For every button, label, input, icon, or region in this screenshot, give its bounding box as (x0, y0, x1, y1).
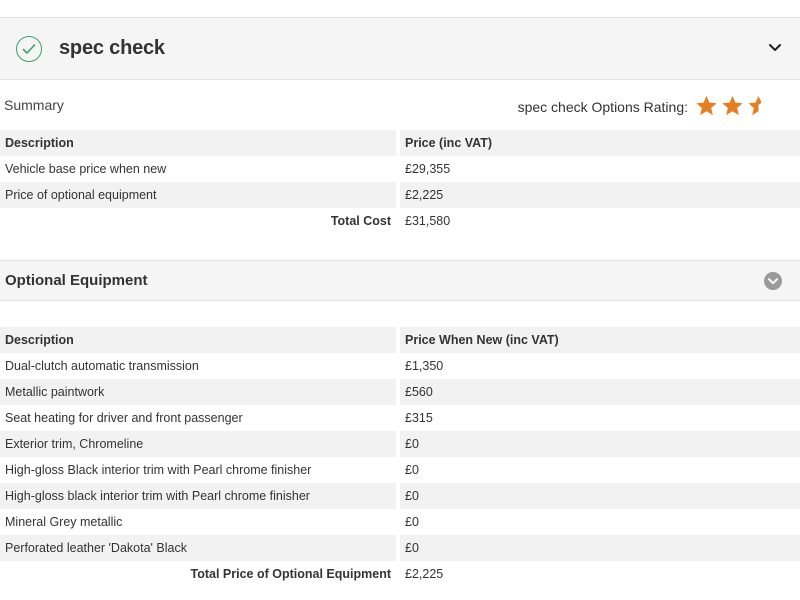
row-description: Price of optional equipment (0, 182, 400, 208)
row-description: Dual-clutch automatic transmission (0, 353, 400, 379)
check-icon (16, 35, 42, 62)
row-price: £29,355 (405, 162, 451, 176)
table-row: Exterior trim, Chromeline £0 (0, 431, 800, 457)
options-rating-label: spec check Options Rating: (517, 99, 688, 115)
row-price: £0 (398, 483, 800, 509)
chevron-down-icon[interactable] (768, 40, 782, 54)
table-row: Metallic paintwork £560 (0, 379, 800, 405)
spec-check-accordion-header[interactable]: spec check (0, 18, 800, 80)
options-rating-stars (695, 95, 770, 117)
table-row: Vehicle base price when new £29,355 (0, 156, 800, 182)
row-price: £1,350 (405, 359, 444, 373)
row-price: £0 (398, 431, 800, 457)
total-value: £2,225 (405, 567, 444, 581)
optional-equipment-header[interactable]: Optional Equipment (0, 261, 800, 301)
row-description: Mineral Grey metallic (0, 509, 400, 535)
column-header: Description (0, 327, 400, 353)
star-icon (722, 95, 743, 116)
column-header: Description (0, 130, 400, 156)
summary-label: Summary (4, 97, 64, 113)
table-row: Dual-clutch automatic transmission £1,35… (0, 353, 800, 379)
row-description: Perforated leather 'Dakota' Black (0, 535, 400, 561)
accordion-title: spec check (59, 37, 165, 59)
row-price: £2,225 (398, 182, 800, 208)
total-label: Total Cost (0, 208, 400, 234)
row-price: £0 (398, 535, 800, 561)
table-row: Price of optional equipment £2,225 (0, 182, 800, 208)
section-title: Optional Equipment (5, 272, 148, 289)
column-header: Price When New (inc VAT) (398, 327, 800, 353)
table-row: High-gloss Black interior trim with Pear… (0, 457, 800, 483)
section-spacer (0, 234, 800, 261)
row-price: £0 (405, 515, 419, 529)
table-row: Seat heating for driver and front passen… (0, 405, 800, 431)
star-icon (696, 95, 717, 116)
summary-table: Description Price (inc VAT) Vehicle base… (0, 130, 800, 234)
row-price: £0 (405, 463, 419, 477)
total-row: Total Cost £31,580 (0, 208, 800, 234)
total-value: £31,580 (405, 214, 451, 228)
table-row: Perforated leather 'Dakota' Black £0 (0, 535, 800, 561)
row-price: £315 (405, 411, 433, 425)
row-description: Seat heating for driver and front passen… (0, 405, 400, 431)
table-row: Mineral Grey metallic £0 (0, 509, 800, 535)
summary-row: Summary spec check Options Rating: (0, 80, 800, 130)
total-row: Total Price of Optional Equipment £2,225 (0, 561, 800, 587)
row-description: High-gloss Black interior trim with Pear… (0, 457, 400, 483)
row-description: Metallic paintwork (0, 379, 400, 405)
star-half-icon (748, 95, 762, 116)
column-header: Price (inc VAT) (398, 130, 800, 156)
optional-equipment-table: Description Price When New (inc VAT) Dua… (0, 327, 800, 587)
total-label: Total Price of Optional Equipment (0, 561, 400, 587)
row-price: £560 (398, 379, 800, 405)
row-description: Exterior trim, Chromeline (0, 431, 400, 457)
top-gap (0, 0, 800, 18)
table-header-row: Description Price (inc VAT) (0, 130, 800, 156)
row-description: High-gloss black interior trim with Pear… (0, 483, 400, 509)
chevron-down-icon[interactable] (764, 272, 782, 290)
row-description: Vehicle base price when new (0, 156, 400, 182)
table-header-row: Description Price When New (inc VAT) (0, 327, 800, 353)
table-row: High-gloss black interior trim with Pear… (0, 483, 800, 509)
